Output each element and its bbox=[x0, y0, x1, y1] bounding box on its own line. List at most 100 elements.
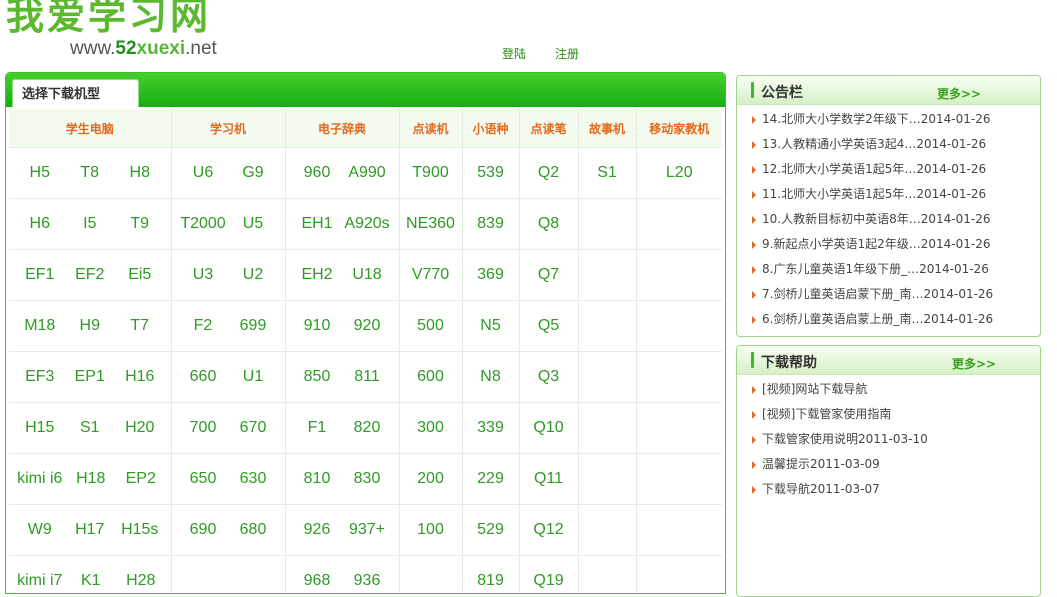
model-link[interactable]: Q7 bbox=[538, 266, 559, 284]
model-link[interactable]: kimi i7 bbox=[14, 572, 66, 590]
list-item[interactable]: [视频]网站下载导航 bbox=[737, 377, 1040, 402]
help-more-link[interactable]: 更多>> bbox=[952, 355, 996, 372]
model-link[interactable]: 926 bbox=[292, 521, 342, 539]
model-link[interactable]: 850 bbox=[292, 368, 342, 386]
model-link[interactable]: U2 bbox=[228, 266, 278, 284]
list-item[interactable]: 9.新起点小学英语1起2年级…2014-01-26 bbox=[737, 232, 1040, 257]
list-item[interactable]: 11.北师大小学英语1起5年…2014-01-26 bbox=[737, 182, 1040, 207]
model-link[interactable]: N8 bbox=[480, 368, 500, 386]
list-item[interactable]: 温馨提示2011-03-09 bbox=[737, 452, 1040, 477]
model-link[interactable]: EF2 bbox=[65, 266, 115, 284]
model-link[interactable]: M18 bbox=[15, 317, 65, 335]
list-item[interactable]: 7.剑桥儿童英语启蒙下册_南…2014-01-26 bbox=[737, 282, 1040, 307]
model-link[interactable]: W9 bbox=[15, 521, 65, 539]
model-link[interactable]: A990 bbox=[342, 164, 392, 182]
model-link[interactable]: F2 bbox=[178, 317, 228, 335]
model-link[interactable]: Q10 bbox=[533, 419, 563, 437]
list-item[interactable]: 14.北师大小学数学2年级下…2014-01-26 bbox=[737, 107, 1040, 132]
model-link[interactable]: 200 bbox=[417, 470, 444, 488]
model-link[interactable]: U6 bbox=[178, 164, 228, 182]
model-link[interactable]: Q3 bbox=[538, 368, 559, 386]
model-link[interactable]: 810 bbox=[292, 470, 342, 488]
model-link[interactable]: H8 bbox=[115, 164, 165, 182]
model-link[interactable]: 839 bbox=[477, 215, 504, 233]
list-item[interactable]: 13.人教精通小学英语3起4…2014-01-26 bbox=[737, 132, 1040, 157]
list-item[interactable]: 6.剑桥儿童英语启蒙上册_南…2014-01-26 bbox=[737, 307, 1040, 332]
model-link[interactable]: 650 bbox=[178, 470, 228, 488]
model-link[interactable]: EH2 bbox=[292, 266, 342, 284]
list-item[interactable]: 下载管家使用说明2011-03-10 bbox=[737, 427, 1040, 452]
model-link[interactable]: T9 bbox=[115, 215, 165, 233]
model-link[interactable]: 680 bbox=[228, 521, 278, 539]
list-item[interactable]: [视频]下载管家使用指南 bbox=[737, 402, 1040, 427]
model-link[interactable]: EH1 bbox=[292, 215, 342, 233]
model-link[interactable]: T8 bbox=[65, 164, 115, 182]
notice-more-link[interactable]: 更多>> bbox=[937, 85, 981, 102]
list-item[interactable]: 12.北师大小学英语1起5年…2014-01-26 bbox=[737, 157, 1040, 182]
model-link[interactable]: 100 bbox=[417, 521, 444, 539]
model-link[interactable]: 936 bbox=[342, 572, 392, 590]
model-link[interactable]: H6 bbox=[15, 215, 65, 233]
model-link[interactable]: H15s bbox=[115, 521, 165, 539]
model-link[interactable]: S1 bbox=[597, 164, 617, 182]
model-link[interactable]: 820 bbox=[342, 419, 392, 437]
model-link[interactable]: U18 bbox=[342, 266, 392, 284]
model-link[interactable]: kimi i6 bbox=[14, 470, 66, 488]
model-link[interactable]: 910 bbox=[292, 317, 342, 335]
model-link[interactable]: H17 bbox=[65, 521, 115, 539]
model-link[interactable]: Q5 bbox=[538, 317, 559, 335]
model-link[interactable]: H18 bbox=[66, 470, 116, 488]
model-link[interactable]: EP1 bbox=[65, 368, 115, 386]
model-link[interactable]: T7 bbox=[115, 317, 165, 335]
model-link[interactable]: 600 bbox=[417, 368, 444, 386]
list-item[interactable]: 下载导航2011-03-07 bbox=[737, 477, 1040, 502]
model-link[interactable]: T900 bbox=[412, 164, 448, 182]
model-link[interactable]: Q19 bbox=[533, 572, 563, 590]
model-link[interactable]: 229 bbox=[477, 470, 504, 488]
list-item[interactable]: 10.人教新目标初中英语8年…2014-01-26 bbox=[737, 207, 1040, 232]
model-link[interactable]: 529 bbox=[477, 521, 504, 539]
model-link[interactable]: U5 bbox=[228, 215, 278, 233]
model-link[interactable]: NE360 bbox=[406, 215, 455, 233]
model-link[interactable]: 830 bbox=[342, 470, 392, 488]
model-link[interactable]: S1 bbox=[65, 419, 115, 437]
model-link[interactable]: U3 bbox=[178, 266, 228, 284]
model-link[interactable]: 660 bbox=[178, 368, 228, 386]
model-link[interactable]: I5 bbox=[65, 215, 115, 233]
model-link[interactable]: EF3 bbox=[15, 368, 65, 386]
tab-select-model[interactable]: 选择下载机型 bbox=[12, 79, 139, 107]
model-link[interactable]: 690 bbox=[178, 521, 228, 539]
model-link[interactable]: U1 bbox=[228, 368, 278, 386]
model-link[interactable]: H15 bbox=[15, 419, 65, 437]
model-link[interactable]: EF1 bbox=[15, 266, 65, 284]
model-link[interactable]: 960 bbox=[292, 164, 342, 182]
model-link[interactable]: 700 bbox=[178, 419, 228, 437]
model-link[interactable]: V770 bbox=[412, 266, 449, 284]
model-link[interactable]: Q11 bbox=[534, 470, 563, 488]
model-link[interactable]: K1 bbox=[66, 572, 116, 590]
model-link[interactable]: 699 bbox=[228, 317, 278, 335]
model-link[interactable]: 500 bbox=[417, 317, 444, 335]
site-logo[interactable]: 我爱学习网 bbox=[6, 0, 211, 38]
model-link[interactable]: 937+ bbox=[342, 521, 392, 539]
model-link[interactable]: 630 bbox=[228, 470, 278, 488]
model-link[interactable]: 968 bbox=[292, 572, 342, 590]
login-link[interactable]: 登陆 bbox=[502, 45, 526, 62]
model-link[interactable]: Ei5 bbox=[115, 266, 165, 284]
model-link[interactable]: 920 bbox=[342, 317, 392, 335]
model-link[interactable]: 819 bbox=[477, 572, 504, 590]
model-link[interactable]: 300 bbox=[417, 419, 444, 437]
model-link[interactable]: Q2 bbox=[538, 164, 559, 182]
model-link[interactable]: 811 bbox=[342, 368, 392, 386]
model-link[interactable]: N5 bbox=[480, 317, 500, 335]
model-link[interactable]: A920s bbox=[342, 215, 392, 233]
model-link[interactable]: F1 bbox=[292, 419, 342, 437]
model-link[interactable]: Q8 bbox=[538, 215, 559, 233]
model-link[interactable]: H9 bbox=[65, 317, 115, 335]
register-link[interactable]: 注册 bbox=[555, 45, 579, 62]
model-link[interactable]: L20 bbox=[666, 164, 693, 182]
model-link[interactable]: H20 bbox=[115, 419, 165, 437]
model-link[interactable]: 539 bbox=[477, 164, 504, 182]
model-link[interactable]: G9 bbox=[228, 164, 278, 182]
model-link[interactable]: Q12 bbox=[533, 521, 563, 539]
